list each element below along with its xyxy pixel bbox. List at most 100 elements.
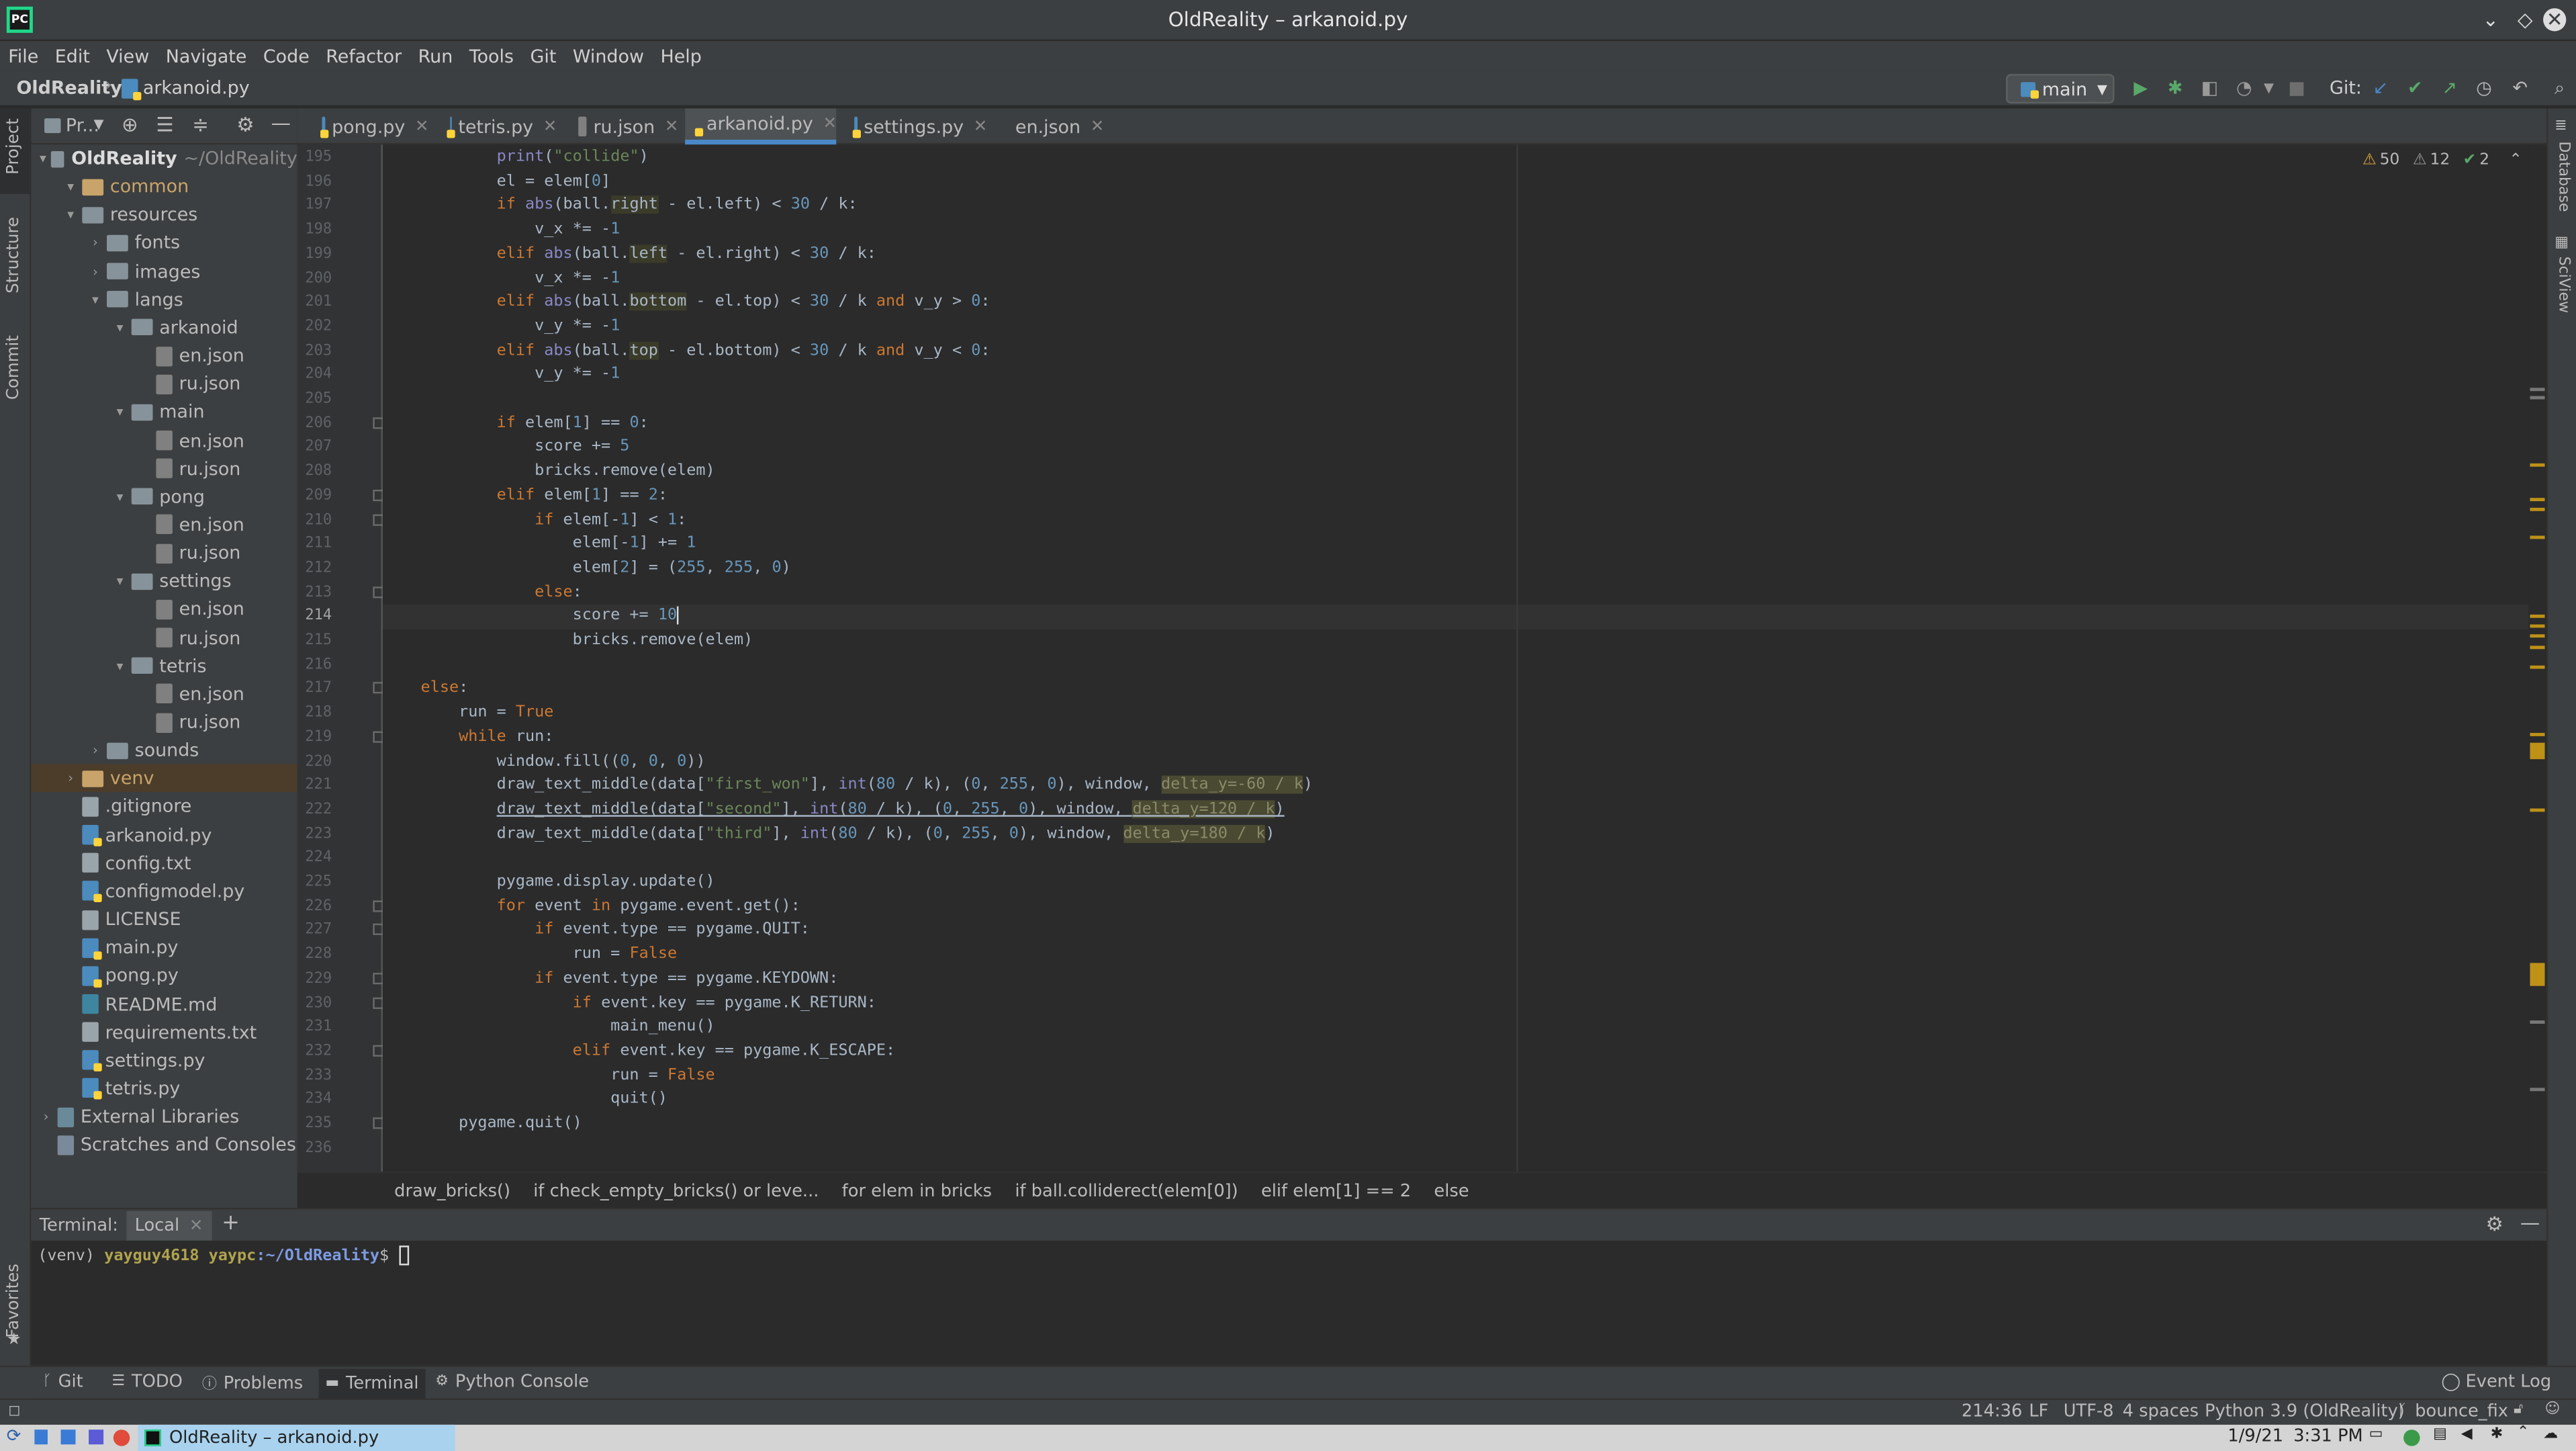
tree-item[interactable]: › fonts	[31, 229, 297, 257]
code-line[interactable]: elem[2] = (255, 255, 0)	[383, 557, 2528, 581]
tray-expand-icon[interactable]: ⌃	[2517, 1425, 2529, 1441]
close-tab-icon[interactable]: ✕	[543, 118, 557, 136]
tool-sciview[interactable]: SciView	[2555, 257, 2571, 313]
code-line[interactable]: v_x *= -1	[383, 219, 2528, 243]
python-interpreter[interactable]: Python 3.9 (OldReality)	[2205, 1402, 2405, 1421]
tree-item[interactable]: .gitignore	[31, 793, 297, 821]
tree-item[interactable]: ru.json	[31, 708, 297, 736]
code-line[interactable]: if event.type == pygame.QUIT:	[383, 919, 2528, 943]
chevron-right-icon[interactable]: ›	[87, 743, 103, 758]
tree-item[interactable]: en.json	[31, 595, 297, 623]
close-window-icon[interactable]: ✕	[2543, 8, 2567, 32]
caret-position[interactable]: 214:36	[1962, 1402, 2022, 1421]
chevron-right-icon[interactable]: ›	[62, 771, 79, 786]
tree-item[interactable]: ▾ resources	[31, 201, 297, 229]
stop-icon[interactable]: ■	[2284, 76, 2310, 102]
editor-tab[interactable]: settings.py ✕	[839, 108, 987, 144]
tool-favorites[interactable]: Favorites	[5, 1264, 23, 1337]
code-line[interactable]	[383, 388, 2528, 412]
menu-edit[interactable]: Edit	[55, 45, 90, 67]
chevron-down-icon[interactable]: ▾	[111, 658, 128, 673]
breadcrumb-item[interactable]: elif elem[1] == 2	[1261, 1181, 1411, 1200]
code-line[interactable]: draw_text_middle(data["second"], int(80 …	[383, 799, 2528, 823]
tool-commit[interactable]: Commit	[5, 335, 23, 400]
lock-icon[interactable]: 🔓︎	[2514, 1402, 2523, 1418]
tool-database[interactable]: Database	[2555, 141, 2571, 212]
chevron-down-icon[interactable]: ▾	[87, 292, 103, 307]
tool-window-git[interactable]: ᚴ Git	[43, 1372, 83, 1392]
minimize-icon[interactable]: ⌄	[2477, 7, 2503, 33]
desktop-icon[interactable]	[34, 1430, 48, 1445]
chevron-right-icon[interactable]: ›	[87, 264, 103, 279]
menu-refactor[interactable]: Refactor	[326, 45, 402, 67]
tree-item[interactable]: config.txt	[31, 849, 297, 877]
terminal-scrollbar[interactable]	[2528, 1240, 2546, 1366]
code-line[interactable]: elif elem[1] == 2:	[383, 484, 2528, 509]
menu-help[interactable]: Help	[660, 45, 701, 67]
profile-icon[interactable]: ◔	[2231, 76, 2257, 102]
code-line[interactable]: elif abs(ball.top - el.bottom) < 30 / k …	[383, 339, 2528, 363]
terminal-output[interactable]: (venv) yayguy4618 yaypc:~/OldReality$	[31, 1240, 2529, 1366]
tree-item[interactable]: ▾ langs	[31, 285, 297, 314]
breadcrumb-item[interactable]: if ball.colliderect(elem[0])	[1015, 1181, 1238, 1200]
tree-item[interactable]: ▾ tetris	[31, 652, 297, 680]
collapse-all-icon[interactable]: ≑	[192, 114, 209, 136]
code-line[interactable]: if abs(ball.right - el.left) < 30 / k:	[383, 195, 2528, 219]
code-line[interactable]: if event.type == pygame.KEYDOWN:	[383, 967, 2528, 992]
code-line[interactable]: else:	[383, 581, 2528, 605]
inspector-icon[interactable]: ☺	[2545, 1402, 2561, 1418]
code-line[interactable]: score += 10	[383, 605, 2529, 629]
volume-icon[interactable]: ◀︎	[2461, 1426, 2473, 1442]
close-tab-icon[interactable]: ✕	[665, 118, 679, 136]
git-push-icon[interactable]: ↗	[2436, 76, 2463, 102]
breadcrumb-item[interactable]: draw_bricks()	[394, 1181, 510, 1200]
tree-item[interactable]: › External Libraries	[31, 1103, 297, 1131]
chevron-down-icon[interactable]: ▾	[62, 208, 79, 222]
terminal-tab-local[interactable]: Local ✕	[126, 1211, 212, 1241]
code-line[interactable]: main_menu()	[383, 1016, 2528, 1040]
code-line[interactable]: if event.key == pygame.K_RETURN:	[383, 992, 2528, 1016]
code-line[interactable]: elif abs(ball.bottom - el.top) < 30 / k …	[383, 291, 2528, 315]
chevron-down-icon[interactable]: ▾	[111, 405, 128, 420]
code-line[interactable]: run = True	[383, 702, 2528, 726]
code-line[interactable]: run = False	[383, 943, 2528, 967]
tree-item[interactable]: en.json	[31, 342, 297, 370]
chevron-down-icon[interactable]: ▾	[111, 574, 128, 588]
tray-window-icon[interactable]: ▭	[2369, 1426, 2383, 1442]
tree-item[interactable]: ru.json	[31, 539, 297, 568]
tree-item[interactable]: README.md	[31, 990, 297, 1018]
chevron-down-icon[interactable]: ▾	[111, 489, 128, 504]
tree-item[interactable]: ru.json	[31, 455, 297, 483]
code-line[interactable]: pygame.display.update()	[383, 871, 2528, 895]
debug-icon[interactable]: ✱	[2162, 76, 2189, 102]
menu-navigate[interactable]: Navigate	[166, 45, 247, 67]
git-commit-icon[interactable]: ✔	[2402, 76, 2428, 102]
code-line[interactable]: elem[-1] += 1	[383, 533, 2528, 557]
tree-item[interactable]: ▾ OldReality ~/OldReality	[31, 144, 297, 173]
maximize-icon[interactable]: ◇	[2512, 7, 2538, 33]
code-line[interactable]: quit()	[383, 1088, 2528, 1112]
dropdown-arrow-icon[interactable]: ▼	[93, 117, 103, 132]
tree-item[interactable]: ru.json	[31, 623, 297, 652]
code-line[interactable]: window.fill((0, 0, 0))	[383, 750, 2528, 775]
app-icon[interactable]	[89, 1430, 104, 1445]
chevron-right-icon[interactable]: ›	[38, 1109, 54, 1124]
tree-item[interactable]: › images	[31, 257, 297, 285]
history-icon[interactable]: ◷	[2471, 76, 2497, 102]
code-line[interactable]: elif event.key == pygame.K_ESCAPE:	[383, 1040, 2528, 1064]
menu-code[interactable]: Code	[263, 45, 310, 67]
editor-tab[interactable]: en.json ✕	[994, 108, 1104, 144]
code-line[interactable]: draw_text_middle(data["third"], int(80 /…	[383, 823, 2528, 847]
menu-window[interactable]: Window	[573, 45, 644, 67]
tool-window-terminal[interactable]: ▬ Terminal	[318, 1368, 426, 1399]
code-line[interactable]: elif abs(ball.left - el.right) < 30 / k:	[383, 243, 2528, 267]
tree-item[interactable]: settings.py	[31, 1047, 297, 1075]
tool-window-problems[interactable]: ⓘ Problems	[202, 1372, 303, 1394]
tree-item[interactable]: ▾ main	[31, 398, 297, 427]
close-tab-icon[interactable]: ✕	[415, 118, 429, 136]
git-update-icon[interactable]: ↙	[2367, 76, 2393, 102]
code-line[interactable]: run = False	[383, 1064, 2528, 1088]
tree-item[interactable]: ▾ pong	[31, 483, 297, 511]
code-line[interactable]: bricks.remove(elem)	[383, 629, 2528, 654]
menu-view[interactable]: View	[106, 45, 149, 67]
